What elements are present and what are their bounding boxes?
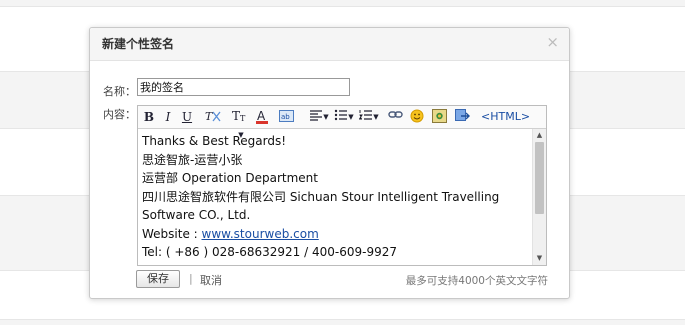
character-limit-hint: 最多可支持4000个英文文字符: [405, 275, 548, 287]
font-size-icon[interactable]: T T ▼: [231, 109, 251, 139]
scroll-down-icon[interactable]: ▼: [533, 253, 546, 264]
content-line: 四川思途智旅软件有限公司 Sichuan Stour Intelligent T…: [142, 189, 500, 204]
signature-content-area[interactable]: Thanks & Best Regards! 思途智旅-运营小张 运营部 Ope…: [138, 129, 532, 265]
svg-text:A: A: [257, 109, 266, 123]
separator: |: [189, 272, 193, 285]
emoticon-icon[interactable]: [409, 109, 425, 125]
unordered-list-icon[interactable]: ▼: [334, 109, 354, 125]
new-signature-dialog: 新建个性签名 × 名称： 内容： B I U T TT▼ A ab ▼: [89, 27, 570, 299]
content-label: 内容：: [103, 108, 136, 121]
image-icon[interactable]: [431, 109, 447, 125]
content-line: Thanks & Best Regards!: [142, 134, 287, 148]
website-link[interactable]: www.stourweb.com: [202, 227, 319, 241]
name-label: 名称：: [103, 85, 136, 98]
svg-text:T: T: [232, 109, 240, 123]
rich-text-editor: B I U T T T ▼ A ab ▼ ▼ ▼ <HTML> Thanks &…: [137, 105, 547, 266]
scroll-up-icon[interactable]: ▲: [533, 130, 546, 141]
content-scrollbar[interactable]: ▲ ▼: [532, 129, 546, 265]
align-icon[interactable]: ▼: [309, 109, 329, 125]
italic-icon[interactable]: I: [162, 109, 174, 125]
ordered-list-icon[interactable]: ▼: [358, 109, 379, 125]
editor-toolbar: B I U T T T ▼ A ab ▼ ▼ ▼ <HTML>: [138, 106, 546, 139]
signature-name-input[interactable]: [137, 78, 350, 96]
cancel-link[interactable]: 取消: [200, 272, 222, 288]
svg-text:T: T: [205, 110, 214, 123]
website-line: Website : www.stourweb.com: [142, 225, 532, 244]
svg-text:T: T: [240, 114, 246, 123]
insert-flash-icon[interactable]: [454, 109, 470, 125]
scroll-thumb[interactable]: [535, 142, 544, 214]
content-line: Software CO., Ltd.: [142, 208, 251, 222]
website-prefix: Website :: [142, 226, 202, 241]
underline-icon[interactable]: U: [181, 109, 193, 125]
font-color-icon[interactable]: A: [254, 109, 270, 125]
dialog-title: 新建个性签名: [90, 28, 569, 61]
html-source-button[interactable]: <HTML>: [481, 109, 530, 125]
bold-icon[interactable]: B: [143, 109, 155, 125]
clear-format-icon[interactable]: T: [203, 109, 223, 125]
link-icon[interactable]: [387, 109, 403, 125]
save-button[interactable]: 保存: [136, 270, 180, 288]
highlight-icon[interactable]: ab: [278, 109, 294, 125]
content-line: 运营部 Operation Department: [142, 171, 318, 185]
content-line: 思途智旅-运营小张: [142, 152, 243, 167]
close-icon[interactable]: ×: [546, 35, 559, 50]
svg-text:ab: ab: [281, 113, 290, 121]
tel-line: Tel: ( +86 ) 028-68632921 / 400-609-9927: [142, 245, 397, 259]
